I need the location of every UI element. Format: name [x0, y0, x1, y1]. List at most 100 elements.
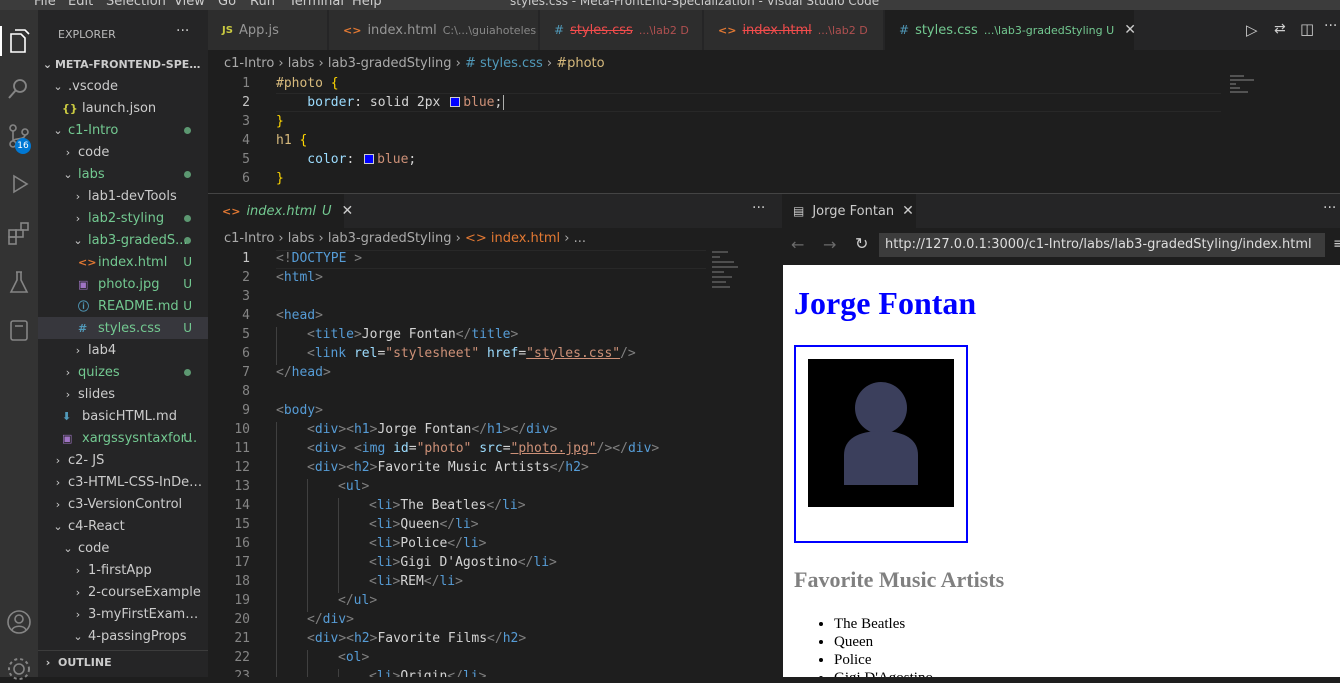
extensions-icon[interactable] [5, 220, 33, 248]
run-file-icon[interactable]: ▷ [1246, 21, 1258, 39]
tree-item-label: quizes [78, 364, 120, 380]
code-line: <ol> [338, 650, 370, 665]
tab-styles-css-lab2[interactable]: # styles.css ...\lab2 D [540, 10, 703, 50]
breadcrumb-item[interactable]: <> index.html [465, 231, 560, 246]
close-icon[interactable]: ✕ [1124, 22, 1136, 38]
minimap[interactable] [712, 251, 742, 315]
git-status-badge: U [183, 431, 192, 445]
breadcrumb-item[interactable]: # styles.css [465, 56, 543, 71]
menu-file[interactable]: File [34, 0, 56, 9]
tab-index-html-lab3[interactable]: <> index.html U ✕ [208, 194, 353, 228]
folder-lab3-gradedstyling[interactable]: ⌄ lab3-gradedS... [38, 229, 208, 251]
workspace-root[interactable]: ⌄ META-FRONTEND-SPECIA... [38, 53, 208, 75]
more-actions-icon[interactable]: ··· [1323, 200, 1336, 216]
folder-c3-versioncontrol[interactable]: › c3-VersionControl [38, 493, 208, 515]
search-icon[interactable] [5, 75, 33, 103]
settings-gear-icon[interactable] [5, 655, 33, 683]
close-icon[interactable]: ✕ [902, 203, 914, 219]
code-line: <div><h1>Jorge Fontan</h1></div> [307, 422, 558, 437]
forward-arrow-icon[interactable]: → [823, 235, 836, 254]
minimap[interactable] [1230, 75, 1260, 99]
split-editor-icon[interactable]: ◫ [1300, 20, 1314, 38]
color-swatch[interactable] [364, 154, 375, 164]
file-index-html[interactable]: <> index.html U [38, 251, 208, 273]
outline-section[interactable]: › OUTLINE [38, 651, 208, 673]
line-number: 8 [242, 384, 250, 399]
menu-edit[interactable]: Edit [68, 0, 93, 9]
folder-3-myfirstexample[interactable]: › 3-myFirstExample [38, 603, 208, 625]
css-editor[interactable]: 1 2 3 4 5 6 #photo { border: solid 2px b… [208, 73, 1340, 193]
folder-lab4[interactable]: › lab4 [38, 339, 208, 361]
folder-labs[interactable]: ⌄ labs [38, 163, 208, 185]
tree-item-label: lab2-styling [88, 210, 165, 226]
folder-vscode[interactable]: ⌄ .vscode [38, 75, 208, 97]
file-readme-md[interactable]: ⓘ README.md U [38, 295, 208, 317]
file-styles-css[interactable]: # styles.css U [38, 317, 208, 339]
folder-lab1-devtools[interactable]: › lab1-devTools [38, 185, 208, 207]
folder-4-passingprops[interactable]: ⌄ 4-passingProps [38, 625, 208, 647]
line-number: 14 [234, 498, 250, 513]
tab-browser-preview[interactable]: ▤ Jorge Fontan ✕ [783, 194, 916, 228]
folder-lab2-styling[interactable]: › lab2-styling [38, 207, 208, 229]
folder-2-courseexample[interactable]: › 2-courseExample [38, 581, 208, 603]
line-number: 11 [234, 441, 250, 456]
menu-go[interactable]: Go [218, 0, 236, 9]
back-arrow-icon[interactable]: ← [791, 235, 804, 254]
indent-guide [276, 422, 277, 441]
menu-run[interactable]: Run [250, 0, 275, 9]
menu-terminal[interactable]: Terminal [289, 0, 344, 9]
line-number: 20 [234, 612, 250, 627]
more-actions-icon[interactable]: ··· [752, 200, 765, 216]
account-icon[interactable] [5, 608, 33, 636]
folder-quizes[interactable]: › quizes [38, 361, 208, 383]
breadcrumb-item[interactable]: lab3-gradedStyling [328, 231, 452, 246]
url-bar[interactable]: http://127.0.0.1:3000/c1-Intro/labs/lab3… [879, 233, 1325, 257]
close-icon[interactable]: ✕ [342, 203, 354, 219]
html-editor[interactable]: 1 <!DOCTYPE > 2 <html> 3 4 <head> 5 <title>Jorge… [208, 249, 782, 677]
breadcrumb-item[interactable]: c1-Intro [224, 231, 274, 246]
breadcrumb-item[interactable]: labs [288, 231, 315, 246]
remote-explorer-icon[interactable] [5, 316, 33, 344]
folder-slides[interactable]: › slides [38, 383, 208, 405]
folder-1-firstapp[interactable]: › 1-firstApp [38, 559, 208, 581]
breadcrumb-item[interactable]: c1-Intro [224, 56, 274, 71]
more-actions-icon[interactable]: ··· [1324, 18, 1337, 34]
file-basichtml-md[interactable]: ⬇ basicHTML.md [38, 405, 208, 427]
code-line: <li>Gigi D'Agostino</li> [369, 555, 557, 570]
folder-c1-intro[interactable]: ⌄ c1-Intro [38, 119, 208, 141]
folder-code-react[interactable]: ⌄ code [38, 537, 208, 559]
breadcrumb-item[interactable]: labs [288, 56, 315, 71]
chevron-right-icon: › [75, 343, 81, 357]
folder-c4-react[interactable]: ⌄ c4-React [38, 515, 208, 537]
file-photo-jpg[interactable]: ▣ photo.jpg U [38, 273, 208, 295]
explorer-more-button[interactable]: ··· [176, 23, 189, 39]
breadcrumb-item[interactable]: ... [574, 231, 586, 246]
menu-help[interactable]: Help [352, 0, 382, 9]
explorer-icon[interactable] [5, 28, 33, 56]
tab-app-js[interactable]: JS App.js [208, 10, 328, 50]
css-file-icon: # [554, 23, 565, 37]
tab-index-html-lab2[interactable]: <> index.html ...\lab2 D [704, 10, 884, 50]
folder-c2-js[interactable]: › c2- JS [38, 449, 208, 471]
breadcrumb-item[interactable]: #photo [556, 56, 604, 71]
line-number: 17 [234, 555, 250, 570]
file-xargs[interactable]: ▣ xargssysntaxfor... U [38, 427, 208, 449]
color-swatch[interactable] [450, 97, 461, 107]
tree-item-label: c2- JS [68, 452, 105, 468]
compare-changes-icon[interactable]: ⇄ [1274, 21, 1286, 37]
testing-icon[interactable] [5, 268, 33, 296]
line-number: 18 [234, 574, 250, 589]
breadcrumb-item[interactable]: lab3-gradedStyling [328, 56, 452, 71]
reload-icon[interactable]: ↻ [855, 234, 868, 253]
menu-icon[interactable]: ≡ [1333, 236, 1340, 252]
folder-code[interactable]: › code [38, 141, 208, 163]
run-debug-icon[interactable] [5, 170, 33, 198]
tab-index-html-guiahoteles[interactable]: <> index.html C:\...\guiahoteles [329, 10, 539, 50]
tab-styles-css-lab3-active[interactable]: # styles.css ...\lab3-gradedStyling U ✕ [885, 10, 1136, 50]
file-launch-json[interactable]: {} launch.json [38, 97, 208, 119]
menu-view[interactable]: View [174, 0, 205, 9]
tree-item-label: c1-Intro [68, 122, 119, 138]
user-avatar-icon [844, 382, 918, 485]
folder-c3-html-css[interactable]: › c3-HTML-CSS-InDepth [38, 471, 208, 493]
menu-selection[interactable]: Selection [106, 0, 166, 9]
